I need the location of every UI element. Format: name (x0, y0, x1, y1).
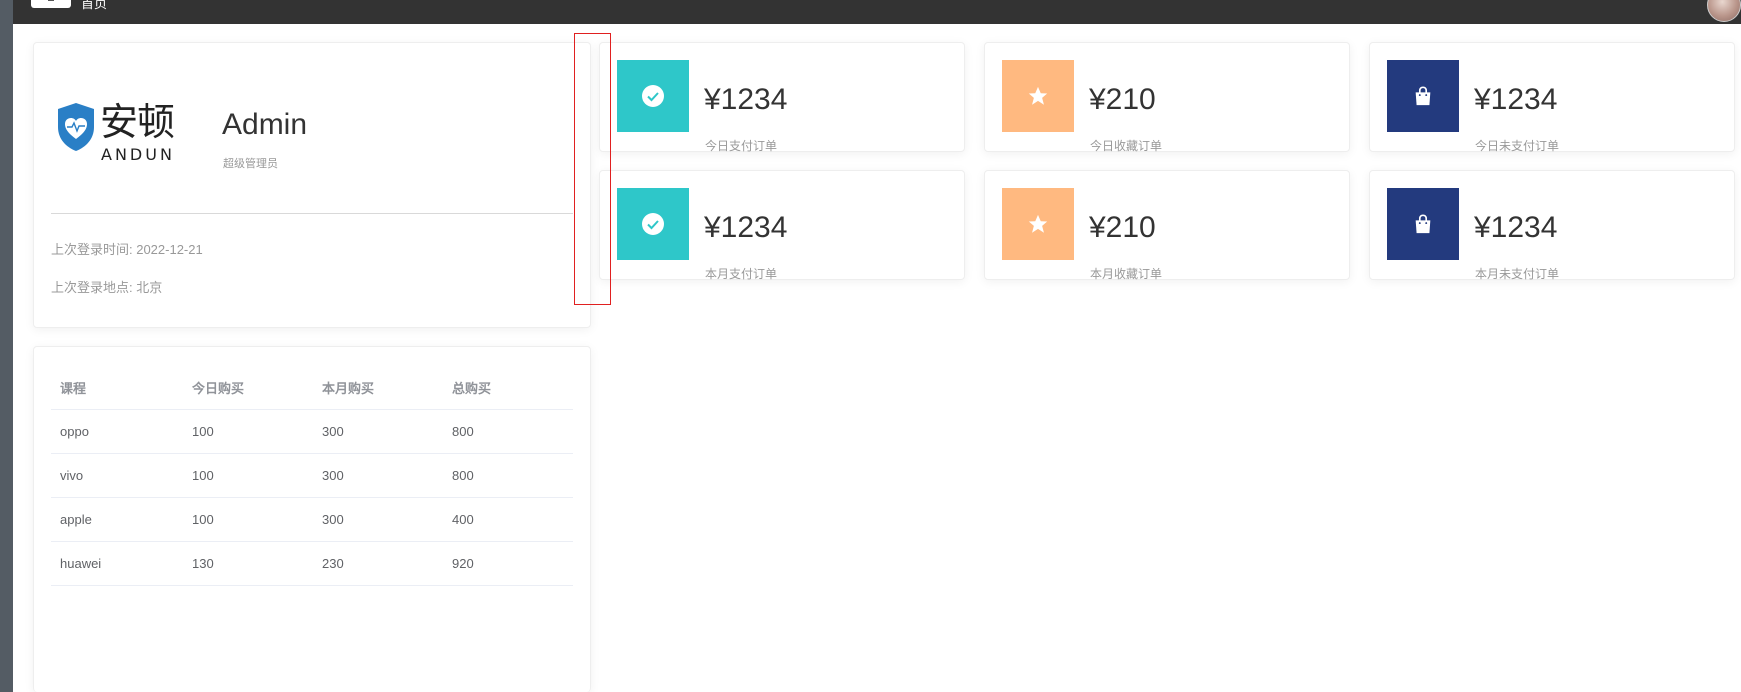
stat-icon-box (1002, 188, 1074, 260)
annotation-highlight-box (574, 33, 611, 305)
cell-month: 300 (313, 497, 443, 542)
cell-today: 100 (183, 409, 313, 454)
table-row: apple 100 300 400 (51, 497, 573, 542)
stat-value: ¥210 (1089, 83, 1156, 116)
divider (51, 213, 573, 214)
stat-icon-box (617, 188, 689, 260)
user-name: Admin (222, 108, 308, 141)
purchase-table-card: 课程 今日购买 本月购买 总购买 oppo 100 300 800 vivo 1… (33, 346, 591, 692)
cell-course: huawei (51, 541, 183, 586)
cell-total: 800 (443, 453, 573, 498)
user-role: 超级管理员 (223, 158, 278, 170)
logo-text-en: ANDUN (101, 145, 175, 164)
column-header-total: 总购买 (443, 365, 573, 410)
cell-month: 230 (313, 541, 443, 586)
menu-icon (48, 0, 54, 1)
table-row: huawei 130 230 920 (51, 541, 573, 586)
stat-label: 今日未支付订单 (1475, 139, 1560, 153)
stat-card-month-favorite: ¥210 本月收藏订单 (984, 170, 1350, 281)
stat-value: ¥1234 (704, 83, 788, 116)
table-header-row: 课程 今日购买 本月购买 总购买 (51, 365, 573, 410)
stat-label: 本月未支付订单 (1475, 267, 1560, 281)
column-header-today: 今日购买 (183, 365, 313, 410)
logo-text-cn: 安顿 (100, 100, 175, 144)
andun-logo: 安顿 ANDUN (56, 100, 175, 165)
stat-label: 本月支付订单 (705, 267, 778, 281)
stat-card-today-unpaid: ¥1234 今日未支付订单 (1369, 42, 1735, 153)
stat-label: 今日支付订单 (705, 139, 778, 153)
table-row: vivo 100 300 800 (51, 453, 573, 498)
cell-course: oppo (51, 409, 183, 454)
stat-icon-box (1002, 60, 1074, 132)
cell-today: 100 (183, 453, 313, 498)
last-login-time: 上次登录时间: 2022-12-21 (51, 242, 203, 257)
stat-label: 本月收藏订单 (1090, 267, 1163, 281)
breadcrumb[interactable]: 首页 (81, 0, 107, 12)
cell-course: vivo (51, 453, 183, 498)
cell-total: 800 (443, 409, 573, 454)
last-login-place: 上次登录地点: 北京 (51, 280, 163, 295)
user-info-card: 安顿 ANDUN Admin 超级管理员 上次登录时间: 2022-12-21 … (33, 42, 591, 328)
stat-icon-box (1387, 188, 1459, 260)
star-icon (1028, 86, 1048, 105)
stat-label: 今日收藏订单 (1090, 139, 1163, 153)
cell-total: 400 (443, 497, 573, 542)
purchase-table: 课程 今日购买 本月购买 总购买 oppo 100 300 800 vivo 1… (51, 365, 573, 586)
cell-course: apple (51, 497, 183, 542)
cell-month: 300 (313, 453, 443, 498)
stat-icon-box (617, 60, 689, 132)
cell-total: 920 (443, 541, 573, 586)
star-icon (1028, 214, 1048, 233)
stat-value: ¥1234 (1474, 211, 1558, 244)
cell-today: 130 (183, 541, 313, 586)
top-header: 首页 (13, 0, 1741, 24)
stat-value: ¥1234 (704, 211, 788, 244)
stat-card-month-paid: ¥1234 本月支付订单 (599, 170, 965, 281)
shield-heart-icon (58, 103, 94, 151)
sidebar-edge (0, 0, 13, 692)
stat-card-today-favorite: ¥210 今日收藏订单 (984, 42, 1350, 153)
menu-toggle-button[interactable] (31, 0, 71, 8)
cell-today: 100 (183, 497, 313, 542)
cell-month: 300 (313, 409, 443, 454)
user-avatar[interactable] (1707, 0, 1741, 22)
stat-card-month-unpaid: ¥1234 本月未支付订单 (1369, 170, 1735, 281)
table-row: oppo 100 300 800 (51, 409, 573, 454)
check-circle-icon (642, 213, 664, 235)
shopping-bag-icon (1415, 86, 1431, 106)
stat-card-today-paid: ¥1234 今日支付订单 (599, 42, 965, 153)
column-header-course: 课程 (51, 365, 183, 410)
stat-value: ¥210 (1089, 211, 1156, 244)
shopping-bag-icon (1415, 214, 1431, 234)
column-header-month: 本月购买 (313, 365, 443, 410)
stat-icon-box (1387, 60, 1459, 132)
check-circle-icon (642, 85, 664, 107)
stat-value: ¥1234 (1474, 83, 1558, 116)
